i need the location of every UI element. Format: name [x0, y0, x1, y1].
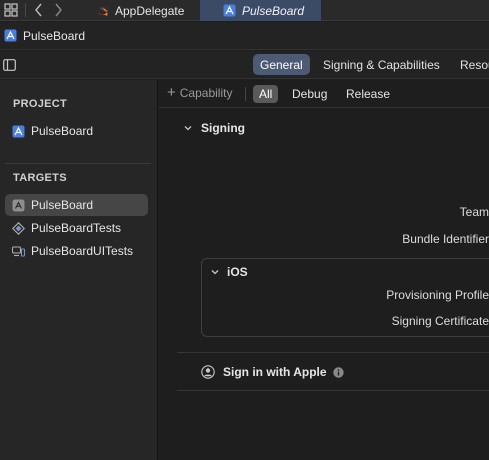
xcode-project-icon	[12, 125, 25, 137]
team-label: Team	[459, 205, 489, 219]
project-title: PulseBoard	[23, 28, 86, 43]
targets-heading: TARGETS	[13, 172, 67, 184]
signing-section-header[interactable]: Signing	[183, 121, 245, 135]
filter-all-button[interactable]: All	[253, 85, 279, 103]
add-capability-label: Capability	[179, 86, 233, 100]
sign-in-with-apple-section[interactable]: Sign in with Apple	[201, 365, 344, 379]
chevron-down-icon[interactable]	[210, 267, 220, 277]
test-target-icon	[12, 221, 25, 235]
sidebar-item-target-pulseboarduitests[interactable]: PulseBoardUITests	[5, 240, 148, 262]
section-divider	[177, 390, 489, 391]
toolbar-divider	[25, 3, 26, 17]
tab-appdelegate[interactable]: AppDelegate	[92, 0, 200, 21]
tab-signing-capabilities[interactable]: Signing & Capabilities	[316, 54, 447, 75]
grid-icon[interactable]	[4, 3, 18, 17]
tab-label: PulseBoard	[242, 3, 305, 18]
tab-resources[interactable]: Resou	[453, 54, 489, 75]
sidebar-item-label: PulseBoardUITests	[31, 244, 134, 258]
tab-general[interactable]: General	[253, 54, 310, 75]
signing-certificate-label: Signing Certificate	[391, 314, 489, 328]
sidebar-divider	[5, 163, 151, 164]
app-target-icon	[12, 199, 25, 211]
ios-title: iOS	[227, 265, 248, 279]
project-header: PulseBoard	[0, 22, 489, 50]
sidebar-item-target-pulseboard[interactable]: PulseBoard	[5, 194, 148, 216]
tab-pulseboard[interactable]: PulseBoard	[200, 0, 321, 21]
sidebar-item-label: PulseBoard	[31, 124, 94, 138]
person-circle-icon	[201, 365, 215, 379]
add-capability-button[interactable]: + Capability	[167, 84, 233, 101]
info-icon[interactable]	[332, 366, 344, 378]
filter-release-button[interactable]: Release	[340, 85, 396, 103]
editor-tab-bar: AppDelegate PulseBoard	[0, 0, 489, 21]
chevron-down-icon[interactable]	[183, 123, 193, 133]
project-navigator-sidebar: PROJECT PulseBoard TARGETS PulseBoard Pu…	[0, 80, 158, 460]
uitest-target-icon	[12, 245, 25, 257]
chevron-right-icon[interactable]	[52, 2, 64, 18]
sidebar-toggle-icon[interactable]	[3, 59, 16, 71]
sidebar-item-label: PulseBoard	[31, 198, 94, 212]
ios-section-header[interactable]: iOS	[210, 265, 248, 279]
project-heading: PROJECT	[13, 98, 68, 110]
sidebar-item-label: PulseBoardTests	[31, 221, 122, 235]
filter-debug-button[interactable]: Debug	[286, 85, 333, 103]
editor-section-tabs: General Signing & Capabilities Resou	[0, 51, 489, 79]
xcode-project-icon	[4, 29, 17, 42]
section-divider	[177, 352, 489, 353]
provisioning-profile-label: Provisioning Profile	[386, 288, 489, 302]
tab-label: AppDelegate	[115, 3, 185, 18]
signing-title: Signing	[201, 121, 245, 135]
swift-file-icon	[98, 5, 108, 16]
xcode-project-icon	[223, 4, 236, 17]
sidebar-item-project-pulseboard[interactable]: PulseBoard	[5, 120, 148, 142]
sidebar-item-target-pulseboardtests[interactable]: PulseBoardTests	[5, 217, 148, 239]
toolbar-divider	[245, 87, 246, 101]
chevron-left-icon[interactable]	[33, 2, 45, 18]
signing-capabilities-editor: + Capability All Debug Release Signing T…	[159, 80, 489, 460]
capabilities-toolbar: + Capability All Debug Release	[159, 80, 489, 108]
sign-in-with-apple-title: Sign in with Apple	[223, 365, 327, 379]
plus-icon: +	[167, 84, 176, 101]
bundle-identifier-label: Bundle Identifier	[402, 232, 489, 246]
